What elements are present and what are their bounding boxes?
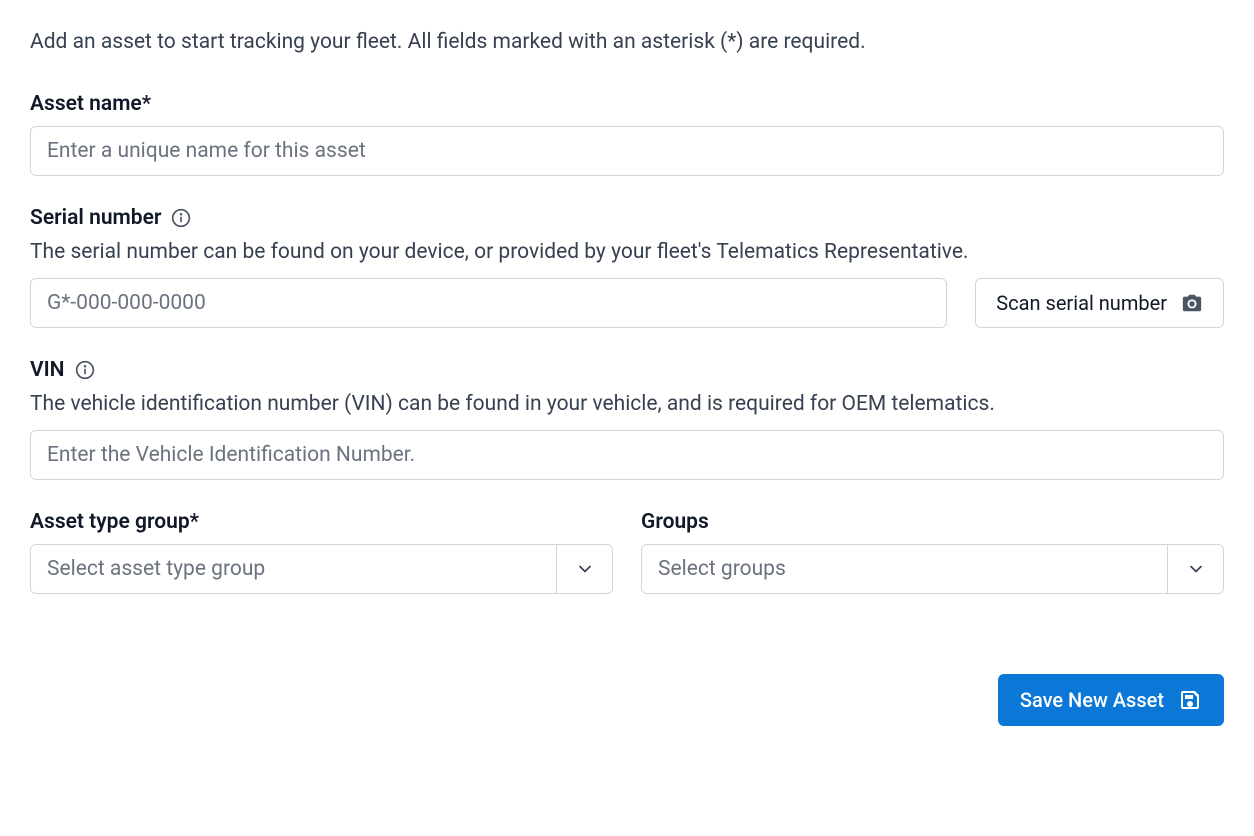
intro-text: Add an asset to start tracking your flee… (30, 30, 1224, 54)
serial-number-help: The serial number can be found on your d… (30, 240, 1224, 264)
vin-input[interactable] (30, 430, 1224, 480)
chevron-down-icon (556, 545, 612, 593)
asset-type-group-label: Asset type group* (30, 510, 613, 534)
save-new-asset-button[interactable]: Save New Asset (998, 674, 1224, 726)
asset-type-group-field: Asset type group* Select asset type grou… (30, 510, 613, 594)
serial-number-field: Serial number The serial number can be f… (30, 206, 1224, 328)
camera-icon (1181, 292, 1203, 314)
info-icon[interactable] (171, 208, 191, 228)
save-icon (1178, 688, 1202, 712)
vin-label: VIN (30, 358, 1224, 382)
asset-name-label: Asset name* (30, 92, 1224, 116)
chevron-down-icon (1167, 545, 1223, 593)
groups-select[interactable]: Select groups (641, 544, 1224, 594)
info-icon[interactable] (75, 360, 95, 380)
scan-serial-button[interactable]: Scan serial number (975, 278, 1224, 328)
asset-type-group-placeholder: Select asset type group (31, 545, 556, 593)
groups-field: Groups Select groups (641, 510, 1224, 594)
asset-name-input[interactable] (30, 126, 1224, 176)
serial-number-input[interactable] (30, 278, 947, 328)
vin-field: VIN The vehicle identification number (V… (30, 358, 1224, 480)
groups-placeholder: Select groups (642, 545, 1167, 593)
serial-number-label: Serial number (30, 206, 1224, 230)
vin-help: The vehicle identification number (VIN) … (30, 392, 1224, 416)
save-button-label: Save New Asset (1020, 688, 1164, 712)
serial-number-label-text: Serial number (30, 206, 161, 230)
asset-type-group-select[interactable]: Select asset type group (30, 544, 613, 594)
asset-name-field: Asset name* (30, 92, 1224, 176)
groups-label: Groups (641, 510, 1224, 534)
scan-serial-button-label: Scan serial number (996, 291, 1167, 315)
vin-label-text: VIN (30, 358, 65, 382)
